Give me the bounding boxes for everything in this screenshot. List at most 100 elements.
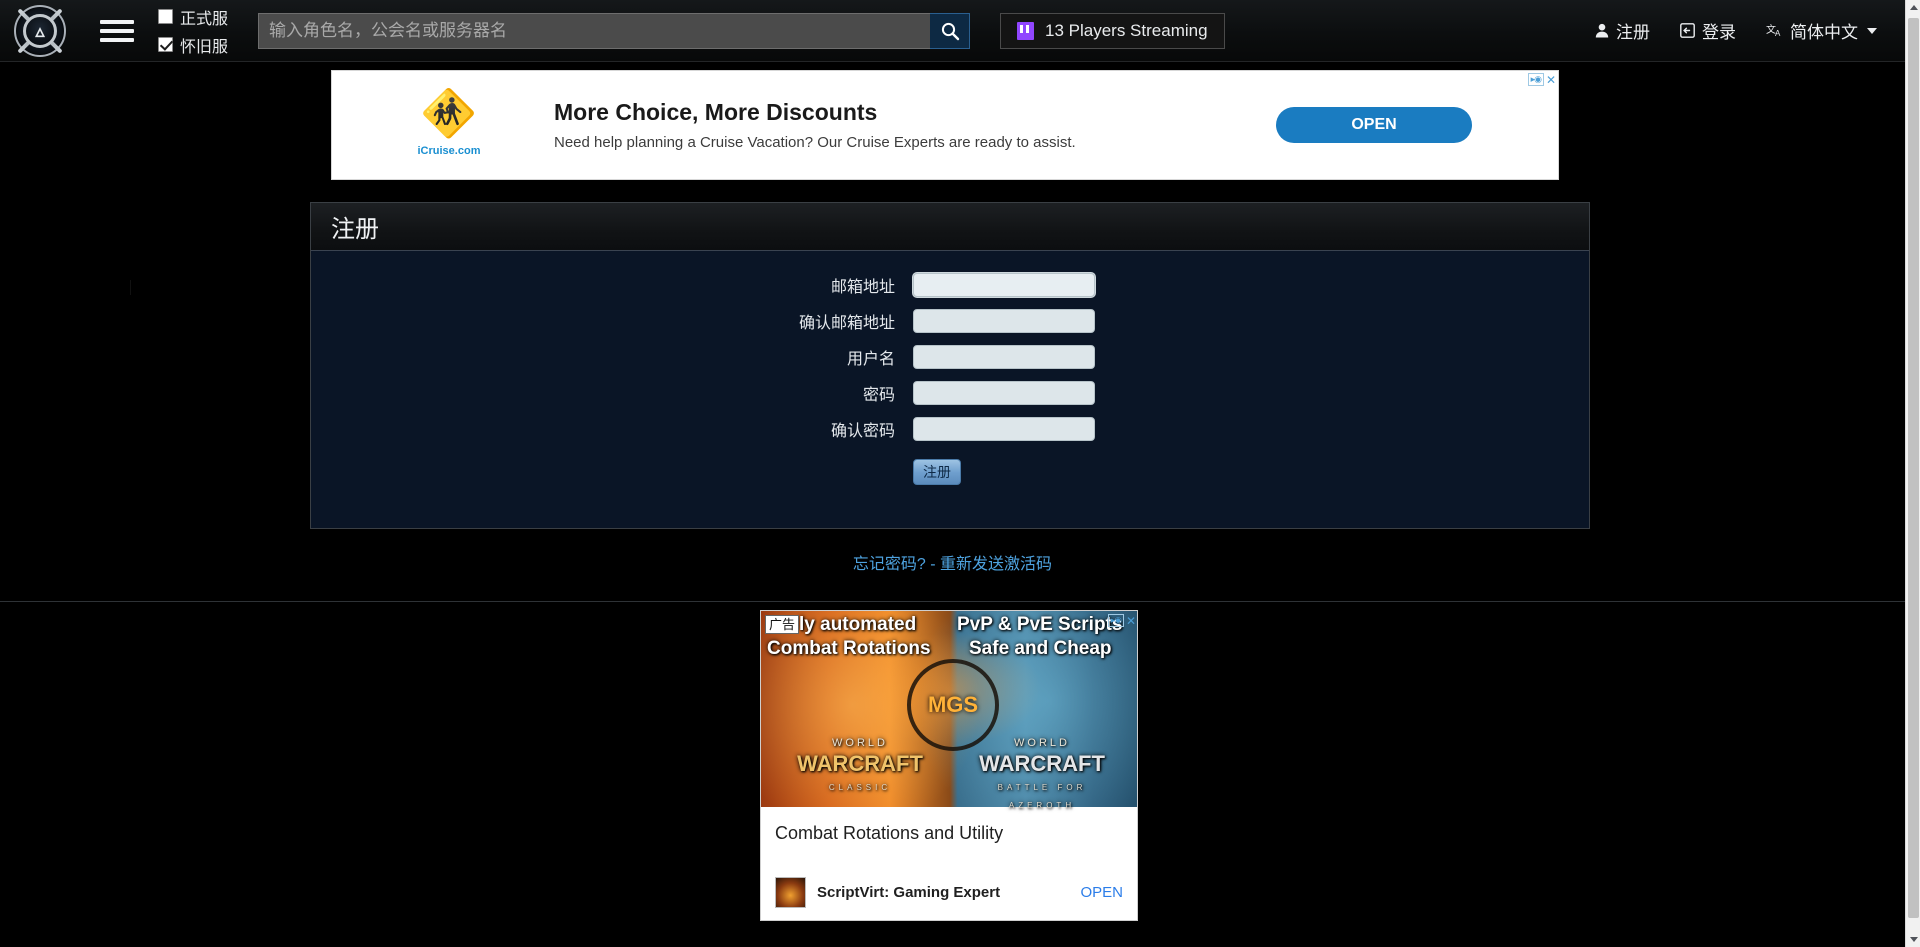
ad-image-text-4: Safe and Cheap (969, 638, 1112, 660)
email-field[interactable] (913, 273, 1095, 297)
search-bar (258, 13, 970, 49)
advertiser-logo: 🚸 iCruise.com (374, 90, 524, 160)
email-label: 邮箱地址 (311, 273, 913, 297)
advertiser-name: ScriptVirt: Gaming Expert (817, 884, 1080, 901)
classic-label: 怀旧服 (180, 33, 228, 57)
chevron-up-icon (1910, 5, 1918, 10)
wow-right-line1: WORLD (1014, 737, 1070, 749)
scroll-up-button[interactable] (1906, 0, 1920, 15)
ad-bottom-footer: ScriptVirt: Gaming Expert OPEN (761, 877, 1137, 908)
hamburger-line (100, 29, 134, 33)
realm-toggle-retail[interactable]: 正式服 (158, 5, 228, 29)
resend-activation-link[interactable]: 重新发送激活码 (940, 556, 1052, 573)
realm-toggle-classic[interactable]: 怀旧服 (158, 33, 228, 57)
brand-suffix: .com (455, 145, 481, 157)
top-advertisement[interactable]: ▸◉ ✕ 🚸 iCruise.com More Choice, More Dis… (331, 70, 1559, 180)
registration-panel: 注册 邮箱地址 确认邮箱地址 用户名 密码 确认密码 注册 (310, 202, 1590, 529)
search-input[interactable] (258, 13, 930, 49)
hamburger-line (100, 38, 134, 42)
adchoices-icon[interactable]: ▸◉ (1108, 614, 1124, 627)
svg-text:A: A (1775, 29, 1781, 38)
password-field[interactable] (913, 381, 1095, 405)
retail-checkbox[interactable] (158, 9, 173, 24)
wow-left-line3: CLASSIC (829, 783, 891, 792)
ad-bottom-open-link[interactable]: OPEN (1080, 884, 1123, 901)
nav-language-selector[interactable]: 文 A 简体中文 (1766, 18, 1877, 43)
register-submit-button[interactable]: 注册 (913, 459, 961, 485)
user-icon (1595, 23, 1609, 38)
wow-right-line2: WARCRAFT (979, 751, 1105, 776)
form-row-confirm-email: 确认邮箱地址 (311, 309, 1589, 333)
advertiser-brand-name: iCruise.com (418, 136, 481, 160)
form-row-password: 密码 (311, 381, 1589, 405)
retail-label: 正式服 (180, 5, 228, 29)
translate-icon: 文 A (1766, 23, 1783, 38)
ad-close-icon[interactable]: ✕ (1126, 615, 1136, 627)
twitch-icon (1017, 22, 1034, 40)
nav-register-link[interactable]: 注册 (1595, 18, 1650, 43)
nav-login-link[interactable]: 登录 (1680, 18, 1736, 43)
search-button[interactable] (930, 13, 970, 49)
text-cursor (130, 280, 131, 295)
ad-copy-block: More Choice, More Discounts Need help pl… (554, 99, 1276, 151)
adchoices-group: ▸◉ ✕ (1528, 73, 1556, 86)
login-icon (1680, 23, 1695, 38)
form-row-submit: 注册 (311, 459, 1589, 485)
hamburger-menu-icon[interactable] (100, 15, 134, 47)
section-divider (0, 601, 1905, 602)
page-title: 注册 (331, 209, 379, 244)
username-label: 用户名 (311, 345, 913, 369)
adchoices-group: ▸◉ ✕ (1108, 614, 1136, 627)
chevron-down-icon (1867, 28, 1877, 34)
advertiser-avatar (775, 877, 806, 908)
top-navigation-bar: ▵ 正式服 怀旧服 13 Players Streaming (0, 0, 1905, 62)
ad-close-icon[interactable]: ✕ (1546, 74, 1556, 86)
search-icon (940, 21, 960, 41)
username-field[interactable] (913, 345, 1095, 369)
nav-register-label: 注册 (1616, 18, 1650, 43)
cruise-chair-icon: 🚸 (420, 90, 477, 136)
realm-toggle-group: 正式服 怀旧服 (158, 5, 228, 57)
wow-classic-logo: WORLD WARCRAFT CLASSIC (785, 733, 935, 795)
brand-main: iCruise (418, 145, 455, 157)
classic-checkbox[interactable] (158, 37, 173, 52)
nav-login-label: 登录 (1702, 18, 1736, 43)
wow-bfa-logo: WORLD WARCRAFT BATTLE FOR AZEROTH (967, 733, 1117, 813)
twitch-streaming-label: 13 Players Streaming (1045, 21, 1208, 41)
confirm-password-field[interactable] (913, 417, 1095, 441)
confirm-email-field[interactable] (913, 309, 1095, 333)
adchoices-icon[interactable]: ▸◉ (1528, 73, 1544, 86)
scrollbar-thumb[interactable] (1908, 18, 1919, 918)
helper-links: 忘记密码? - 重新发送激活码 (0, 550, 1905, 574)
form-row-email: 邮箱地址 (311, 273, 1589, 297)
twitch-streaming-button[interactable]: 13 Players Streaming (1000, 13, 1225, 49)
ad-image-text-2: Combat Rotations (767, 638, 931, 660)
ad-headline: More Choice, More Discounts (554, 99, 1276, 126)
page-scrollbar[interactable] (1905, 0, 1920, 947)
bottom-advertisement[interactable]: 广告 ▸◉ ✕ ly automated Combat Rotations Pv… (760, 610, 1138, 921)
ad-creative-image: 广告 ▸◉ ✕ ly automated Combat Rotations Pv… (761, 611, 1138, 807)
ad-open-button[interactable]: OPEN (1276, 107, 1472, 143)
scroll-down-button[interactable] (1906, 932, 1920, 947)
ad-image-text-1: ly automated (799, 614, 916, 636)
nav-right-group: 注册 登录 文 A 简体中文 (1595, 18, 1905, 43)
wow-left-line2: WARCRAFT (797, 751, 923, 776)
registration-form: 邮箱地址 确认邮箱地址 用户名 密码 确认密码 注册 (311, 251, 1589, 485)
password-label: 密码 (311, 381, 913, 405)
nav-language-label: 简体中文 (1790, 18, 1858, 43)
panel-header: 注册 (311, 203, 1589, 251)
ad-image-text-3: PvP & PvE Scripts (957, 614, 1122, 636)
ad-subtext: Need help planning a Cruise Vacation? Ou… (554, 134, 1276, 151)
forgot-password-link[interactable]: 忘记密码? (853, 556, 926, 573)
form-row-username: 用户名 (311, 345, 1589, 369)
ad-label-badge: 广告 (765, 615, 799, 634)
hamburger-line (100, 20, 134, 24)
link-separator: - (926, 556, 940, 573)
warcraftlogs-logo[interactable]: ▵ (14, 5, 66, 57)
confirm-email-label: 确认邮箱地址 (311, 309, 913, 333)
confirm-password-label: 确认密码 (311, 417, 913, 441)
wow-right-line3: BATTLE FOR AZEROTH (998, 783, 1087, 810)
wow-left-line1: WORLD (832, 737, 888, 749)
chevron-down-icon (1910, 937, 1918, 942)
form-row-confirm-password: 确认密码 (311, 417, 1589, 441)
